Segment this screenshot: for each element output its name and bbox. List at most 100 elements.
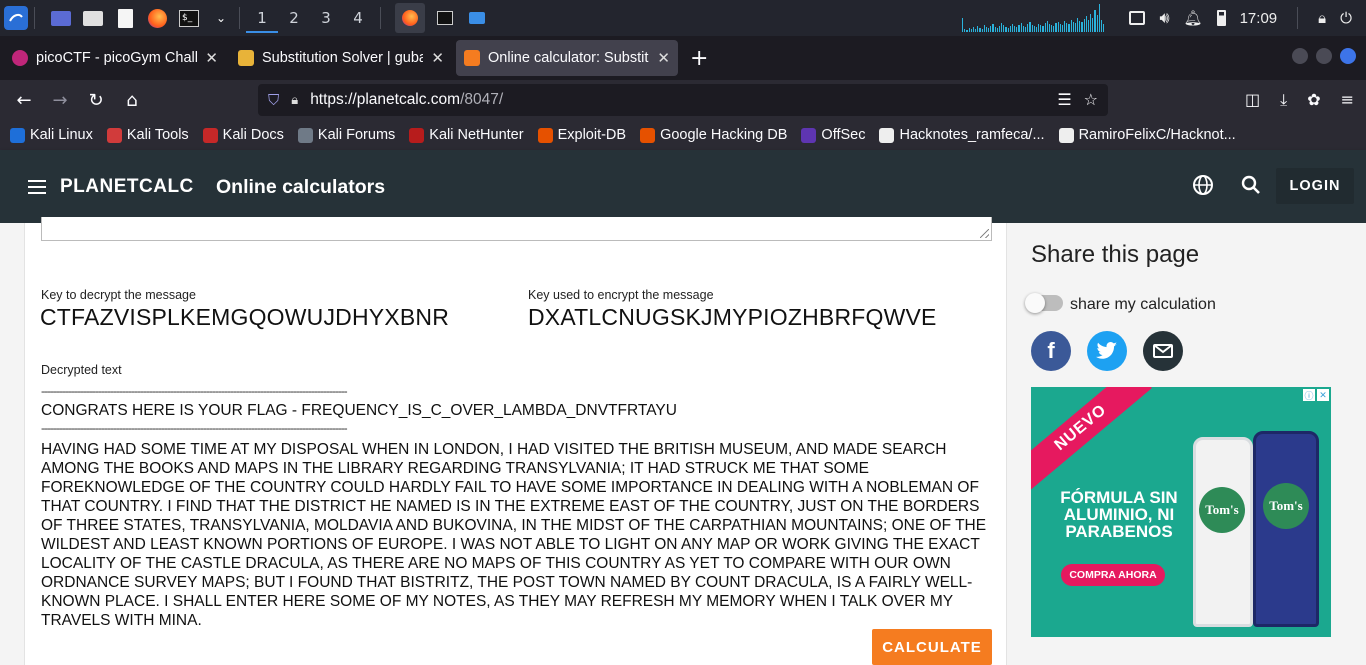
facebook-share-icon[interactable]: f [1031,331,1071,371]
site-brand[interactable]: PLANETCALC [60,176,194,198]
toms-logo-white: Tom's [1199,487,1245,533]
workspace-4[interactable]: 4 [342,9,374,27]
url-host: https://planetcalc.com [310,91,461,108]
pocket-icon[interactable]: ◫ [1245,90,1260,110]
reader-view-icon[interactable]: ☰ [1057,90,1071,109]
bookmark-item[interactable]: Exploit-DB [537,127,626,143]
menu-icon[interactable]: ≡ [1341,90,1354,110]
bookmark-item[interactable]: Kali Docs [202,127,284,143]
maximize-button[interactable] [1316,48,1332,64]
tab-picoctf[interactable]: picoCTF - picoGym Challe ✕ [4,40,226,76]
cpu-graph-bar [1016,27,1018,32]
ad-cta-button[interactable]: COMPRA AHORA [1061,564,1165,586]
new-tab-icon[interactable]: + [690,46,708,71]
cpu-graph-bar [1029,22,1031,32]
volume-icon[interactable]: 🔊︎ [1159,8,1169,28]
advertisement[interactable]: ⓘ ✕ NUEVO FÓRMULA SIN ALUMINIO, NI PARABE… [1031,387,1331,637]
cpu-graph-bar [1096,15,1098,32]
ad-close-icon[interactable]: ✕ [1317,389,1329,401]
bookmark-item[interactable]: RamiroFelixC/Hacknot... [1058,127,1236,143]
cpu-graph-bar [1022,26,1024,32]
desktop-icon[interactable] [49,6,73,30]
bookmark-favicon-icon [1058,127,1074,143]
bookmark-item[interactable]: OffSec [801,127,865,143]
ad-info-icon[interactable]: ⓘ [1303,389,1315,401]
firefox-window-icon[interactable] [395,3,425,33]
cpu-graph-bar [1044,23,1046,32]
decrypt-key-value: CTFAZVISPLKEMGQOWUJDHYXBNR [40,304,450,330]
text-editor-icon[interactable] [113,6,137,30]
site-subtitle[interactable]: Online calculators [216,176,385,199]
cpu-graph-bar [1074,23,1077,32]
share-toggle[interactable] [1025,293,1063,313]
tab-title: Substitution Solver | guba [262,50,424,66]
cpu-graph-bar [1092,18,1094,32]
cpu-graph-bar [1083,19,1085,32]
url-text[interactable]: https://planetcalc.com/8047/ [310,91,503,109]
picoctf-favicon-icon [12,50,28,66]
bookmark-label: Google Hacking DB [660,127,788,143]
ciphertext-textarea[interactable] [41,217,992,241]
bookmark-item[interactable]: Kali NetHunter [409,127,524,143]
lock-icon[interactable]: 🔒︎ [1318,9,1326,27]
cpu-graph-bar [1040,25,1042,32]
power-icon[interactable]: ⏻ [1340,9,1352,27]
firefox-icon[interactable] [145,6,169,30]
clock[interactable]: 17:09 [1240,10,1278,27]
globe-icon[interactable] [1192,174,1214,196]
terminal-icon[interactable]: $_ [177,6,201,30]
close-tab-icon[interactable]: ✕ [205,49,218,67]
close-tab-icon[interactable]: ✕ [657,49,670,67]
download-icon[interactable]: ⤓ [1280,90,1287,110]
ad-choices[interactable]: ⓘ ✕ [1303,389,1329,401]
extensions-icon[interactable]: ✿ [1307,90,1320,110]
chevron-down-icon[interactable]: ⌄ [209,6,233,30]
kali-menu-icon[interactable] [4,6,28,30]
cpu-graph-bar [1003,25,1005,32]
forward-arrow-icon[interactable]: → [42,90,78,111]
back-arrow-icon[interactable]: ← [6,90,42,111]
calculate-button[interactable]: CALCULATE [872,629,992,665]
cpu-graph-bar [1077,18,1079,32]
lock-icon[interactable]: 🔒︎ [291,93,298,108]
hamburger-menu-icon[interactable] [28,180,46,194]
bookmark-item[interactable]: Kali Forums [297,127,395,143]
home-icon[interactable]: ⌂ [114,90,150,111]
cpu-graph-bar [1061,25,1064,32]
close-window-button[interactable] [1340,48,1356,64]
shield-icon[interactable]: ⛉ [268,91,279,109]
bookmark-item[interactable]: Google Hacking DB [640,127,787,143]
bookmark-favicon-icon [297,127,313,143]
terminal-window-icon[interactable] [433,6,457,30]
cpu-graph-bar [1053,26,1055,32]
folder-window-icon[interactable] [465,6,489,30]
close-tab-icon[interactable]: ✕ [431,49,444,67]
cpu-graph-bar [981,29,983,32]
file-manager-icon[interactable] [81,6,105,30]
twitter-share-icon[interactable] [1087,331,1127,371]
address-bar[interactable]: ⛉ 🔒︎ https://planetcalc.com/8047/ ☰ ☆ [258,84,1108,116]
workspace-1[interactable]: 1 [246,3,278,33]
bookmark-favicon-icon [640,127,656,143]
cpu-graph-bar [1038,24,1040,32]
bookmark-star-icon[interactable]: ☆ [1084,90,1098,109]
bookmark-item[interactable]: Hacknotes_ramfeca/... [879,127,1045,143]
login-button[interactable]: LOGIN [1276,168,1354,204]
minimize-button[interactable] [1292,48,1308,64]
decrypted-text: ----------------------------------------… [41,385,991,630]
email-share-icon[interactable] [1143,331,1183,371]
workspace-2[interactable]: 2 [278,9,310,27]
screen-icon[interactable] [1129,11,1146,25]
tab-substitution-solver[interactable]: Substitution Solver | guba ✕ [230,40,452,76]
bookmark-item[interactable]: Kali Tools [106,127,189,143]
resize-grip-icon[interactable] [980,229,989,238]
cpu-graph-bar [1009,26,1011,32]
bookmark-favicon-icon [801,127,817,143]
cpu-graph-bar [977,26,979,32]
workspace-3[interactable]: 3 [310,9,342,27]
search-icon[interactable] [1240,174,1262,196]
bookmark-item[interactable]: Kali Linux [10,127,93,143]
tab-online-calculator[interactable]: Online calculator: Substitu ✕ [456,40,678,76]
reload-icon[interactable]: ↻ [78,90,114,111]
bell-icon[interactable]: 🔔︎ [1184,9,1203,27]
